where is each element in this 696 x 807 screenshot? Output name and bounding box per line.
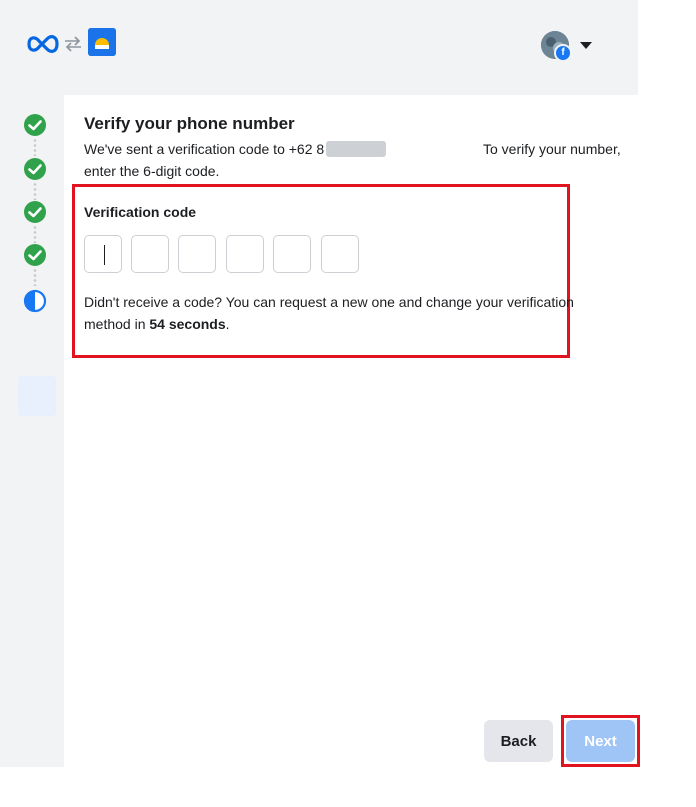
top-bar: f (0, 0, 638, 95)
code-digit-input[interactable] (178, 235, 216, 273)
check-circle-icon (24, 244, 46, 266)
current-step-highlight (18, 376, 56, 416)
facebook-icon: f (554, 44, 572, 62)
verification-code-label: Verification code (84, 204, 197, 220)
code-digit-input[interactable] (321, 235, 359, 273)
description-line: We've sent a verification code to +62 8 (84, 141, 387, 157)
swap-arrows-icon (65, 36, 81, 52)
resend-info: Didn't receive a code? You can request a… (84, 291, 574, 335)
step-connector (33, 138, 37, 156)
description-prefix: We've sent a verification code to +62 8 (84, 141, 325, 157)
resend-end: . (225, 316, 230, 332)
code-digit-input[interactable] (273, 235, 311, 273)
progress-sidebar (0, 95, 64, 767)
redacted-phone (326, 141, 387, 157)
code-digit-input[interactable] (131, 235, 169, 273)
app-logo-icon (88, 28, 116, 56)
description-line-2: enter the 6-digit code. (84, 163, 220, 179)
countdown-timer: 54 seconds (149, 316, 226, 332)
avatar-icon[interactable]: f (541, 31, 572, 62)
step-connector (33, 182, 37, 200)
description-suffix: To verify your number, (483, 141, 621, 157)
check-circle-icon (24, 114, 46, 136)
step-connector (33, 225, 37, 243)
half-circle-icon (23, 289, 47, 313)
code-digit-input[interactable] (226, 235, 264, 273)
check-circle-icon (24, 158, 46, 180)
page-title: Verify your phone number (84, 114, 295, 133)
meta-infinity-icon (27, 35, 59, 53)
caret-down-icon[interactable] (580, 42, 592, 49)
check-circle-icon (24, 201, 46, 223)
back-button[interactable]: Back (484, 720, 553, 762)
step-connector (33, 268, 37, 286)
next-button[interactable]: Next (566, 720, 635, 762)
code-digit-input[interactable] (84, 235, 122, 273)
